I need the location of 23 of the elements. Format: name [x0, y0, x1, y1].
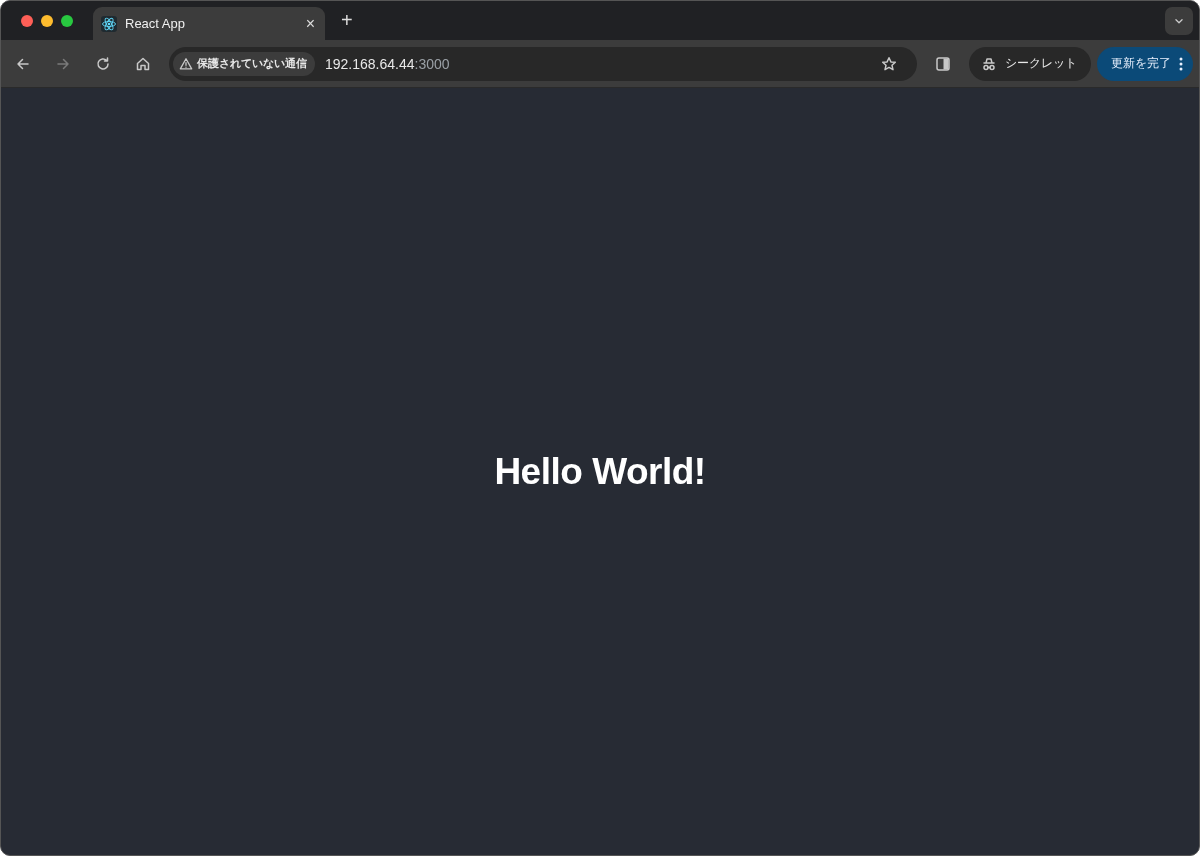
atom-icon — [101, 15, 117, 32]
warning-icon — [179, 56, 193, 71]
home-icon — [135, 55, 151, 72]
tab-title: React App — [125, 16, 186, 31]
star-icon — [881, 55, 897, 72]
incognito-icon — [981, 55, 997, 72]
update-button[interactable]: 更新を完了 — [1097, 46, 1193, 81]
page-heading: Hello World! — [494, 450, 706, 493]
side-panel-icon — [935, 55, 951, 72]
incognito-button[interactable]: シークレット — [969, 46, 1091, 81]
security-chip[interactable]: 保護されていない通信 — [173, 51, 315, 76]
close-window-button[interactable] — [21, 14, 33, 27]
url-port: :3000 — [414, 55, 450, 72]
reload-icon — [95, 55, 111, 72]
maximize-window-button[interactable] — [61, 14, 73, 27]
close-tab-button[interactable]: × — [305, 14, 315, 33]
url-host: 192.168.64.44 — [325, 55, 415, 72]
address-bar[interactable]: 保護されていない通信 192.168.64.44:3000 — [169, 46, 917, 81]
browser-tab[interactable]: React App × — [93, 7, 325, 40]
minimize-window-button[interactable] — [41, 14, 53, 27]
tab-search-button[interactable] — [1165, 6, 1193, 35]
more-icon — [1179, 56, 1183, 71]
new-tab-button[interactable]: + — [337, 9, 357, 32]
